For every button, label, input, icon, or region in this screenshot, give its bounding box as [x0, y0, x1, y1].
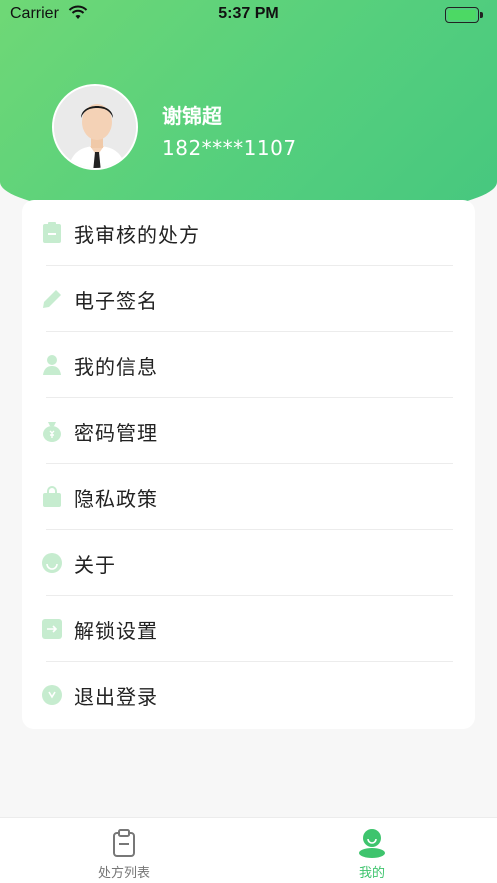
tab-bar: 处方列表 我的 [0, 817, 497, 883]
clipboard-tab-icon [110, 828, 138, 858]
user-phone: 182****1107 [162, 136, 297, 160]
battery-icon [445, 7, 485, 23]
menu-item-label: 隐私政策 [74, 487, 158, 511]
menu-item-e-signature[interactable]: 电子签名 [22, 266, 475, 332]
smile-icon [41, 552, 63, 574]
menu-item-label: 我审核的处方 [74, 223, 200, 247]
person-icon [41, 354, 63, 376]
tab-label: 处方列表 [97, 866, 150, 881]
menu-card: 我审核的处方 电子签名 我的信息 密码管理 隐私政策 关于 解锁设置 退出登录 [22, 200, 475, 729]
menu-item-label: 关于 [74, 553, 116, 577]
tab-prescription-list[interactable]: 处方列表 [0, 818, 248, 883]
menu-item-label: 我的信息 [74, 355, 158, 379]
clipboard-icon [41, 222, 63, 244]
unlock-arrow-icon [41, 618, 63, 640]
menu-item-label: 电子签名 [74, 289, 158, 313]
menu-item-logout[interactable]: 退出登录 [22, 662, 475, 728]
menu-item-about[interactable]: 关于 [22, 530, 475, 596]
status-bar: Carrier 5:37 PM [0, 0, 497, 30]
money-bag-icon [41, 420, 63, 442]
logout-icon [41, 684, 63, 706]
tab-label: 我的 [358, 866, 385, 881]
menu-item-label: 解锁设置 [74, 619, 158, 643]
menu-item-reviewed-prescriptions[interactable]: 我审核的处方 [22, 200, 475, 266]
menu-item-unlock-settings[interactable]: 解锁设置 [22, 596, 475, 662]
status-time: 5:37 PM [218, 5, 279, 22]
lock-bag-icon [41, 486, 63, 508]
menu-item-my-info[interactable]: 我的信息 [22, 332, 475, 398]
menu-item-privacy-policy[interactable]: 隐私政策 [22, 464, 475, 530]
menu-item-password-management[interactable]: 密码管理 [22, 398, 475, 464]
menu-item-label: 退出登录 [74, 685, 158, 709]
avatar[interactable] [52, 84, 138, 170]
pencil-icon [41, 288, 63, 310]
user-name: 谢锦超 [162, 104, 222, 128]
menu-item-label: 密码管理 [74, 421, 158, 445]
user-tab-icon [358, 828, 386, 858]
tab-mine[interactable]: 我的 [248, 818, 496, 883]
